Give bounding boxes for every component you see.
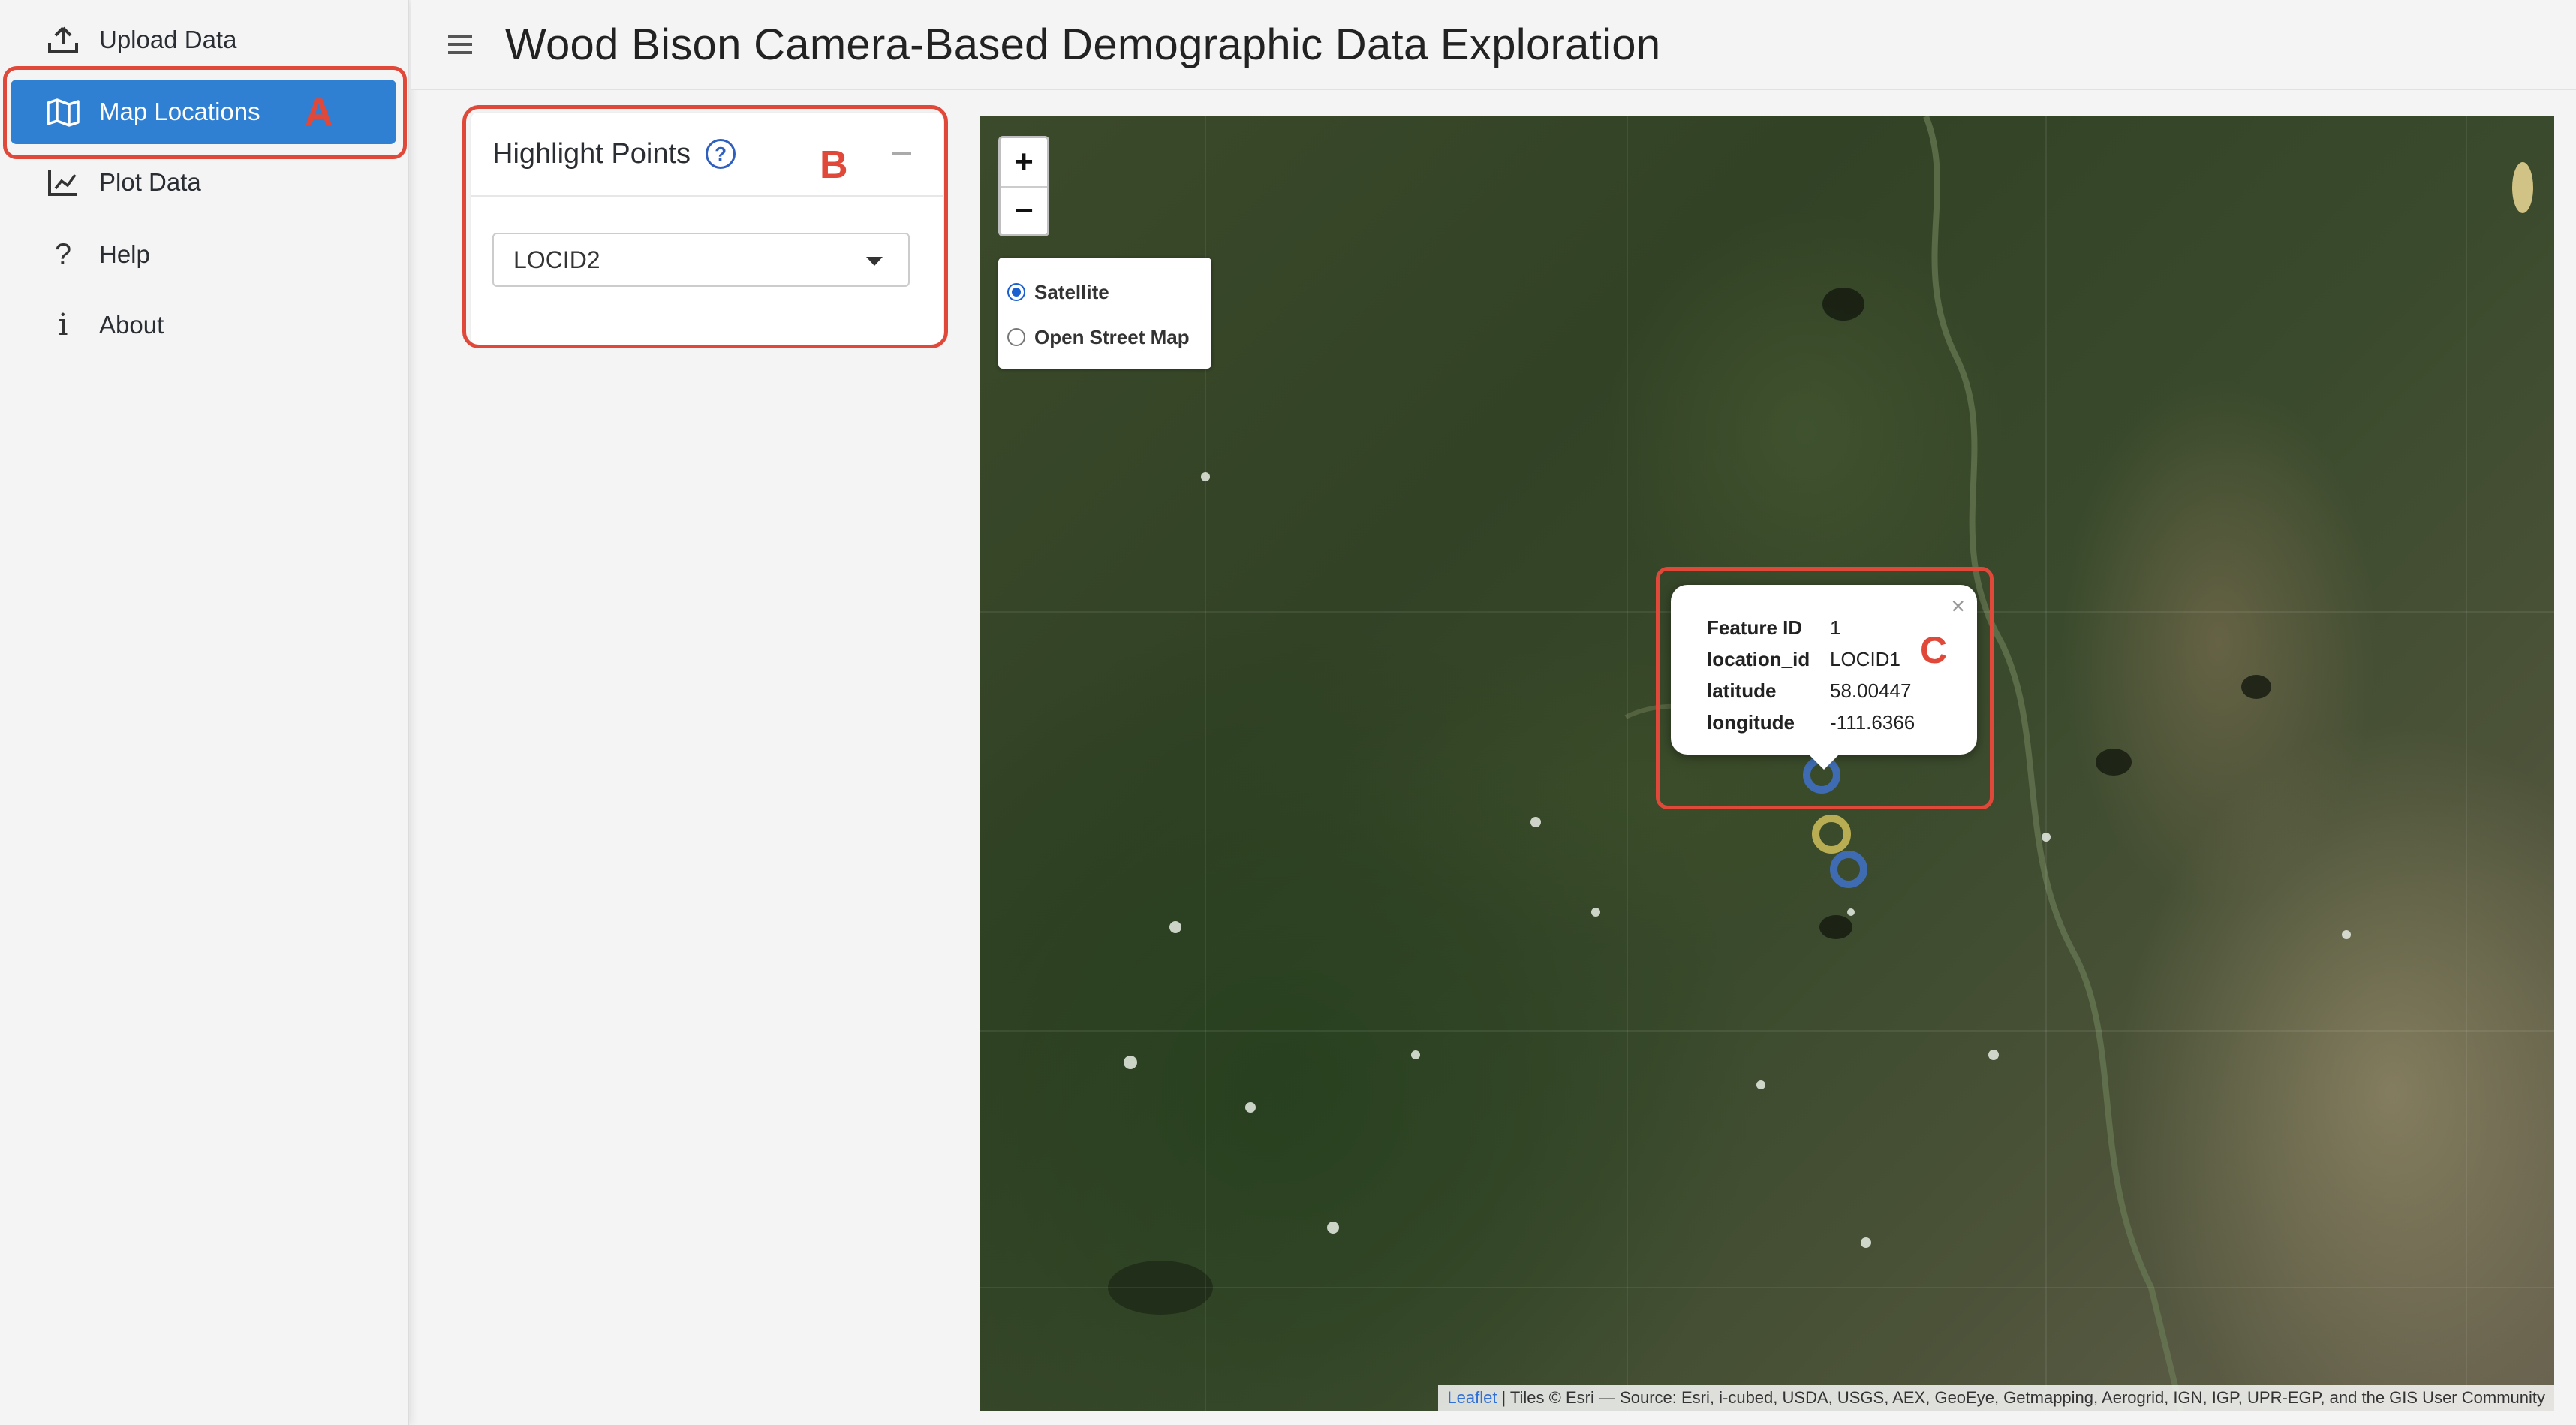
annotation-tag-b: B bbox=[820, 143, 848, 187]
chart-icon bbox=[42, 165, 84, 200]
sidebar-item-label: About bbox=[99, 311, 164, 339]
info-icon: i bbox=[58, 308, 68, 342]
radio-satellite[interactable] bbox=[1007, 283, 1025, 301]
sidebar-item-label: Plot Data bbox=[99, 168, 201, 196]
location-select[interactable]: LOCID2 bbox=[492, 233, 910, 287]
leaflet-link[interactable]: Leaflet bbox=[1447, 1388, 1497, 1408]
sidebar-item-upload-data[interactable]: Upload Data bbox=[11, 8, 396, 72]
layer-label: Open Street Map bbox=[1034, 325, 1190, 348]
hamburger-icon bbox=[448, 35, 472, 38]
chevron-down-icon bbox=[866, 257, 883, 266]
layer-control: Satellite Open Street Map bbox=[998, 258, 1211, 369]
help-icon[interactable]: ? bbox=[706, 139, 736, 169]
map-marker-highlighted[interactable] bbox=[1812, 815, 1851, 854]
location-select-value: LOCID2 bbox=[513, 246, 600, 273]
sidebar-item-label: Map Locations bbox=[99, 98, 260, 125]
sidebar-toggle-button[interactable] bbox=[442, 24, 483, 65]
sidebar-item-help[interactable]: ? Help bbox=[11, 222, 396, 287]
popup-key: location_id bbox=[1707, 647, 1810, 670]
sidebar-item-about[interactable]: i About bbox=[11, 293, 396, 357]
header: Wood Bison Camera-Based Demographic Data… bbox=[411, 0, 2576, 90]
card-header: Highlight Points ? B bbox=[471, 113, 943, 197]
popup-value: -111.6366 bbox=[1830, 710, 1915, 734]
question-icon: ? bbox=[54, 237, 72, 271]
map-icon bbox=[42, 95, 84, 129]
map-terrain bbox=[980, 116, 2554, 1411]
layer-option-satellite[interactable]: Satellite bbox=[1007, 270, 1211, 315]
popup-key: Feature ID bbox=[1707, 616, 1803, 639]
layer-label: Satellite bbox=[1034, 280, 1109, 303]
annotation-tag-c: C bbox=[1920, 629, 1948, 671]
zoom-out-button[interactable]: − bbox=[1001, 186, 1047, 234]
map-attribution: Leaflet | Tiles © Esri — Source: Esri, i… bbox=[1438, 1385, 2554, 1411]
popup-value: 58.00447 bbox=[1830, 679, 1912, 702]
card-title: Highlight Points bbox=[492, 137, 691, 170]
attribution-text: | Tiles © Esri — Source: Esri, i-cubed, … bbox=[1501, 1388, 2545, 1407]
sidebar: Upload Data Map Locations A Plot Data ? … bbox=[0, 0, 409, 1425]
annotation-tag-a: A bbox=[305, 91, 333, 134]
zoom-control: + − bbox=[998, 136, 1049, 236]
highlight-points-card: Highlight Points ? B LOCID2 bbox=[471, 113, 943, 345]
popup-row: longitude -111.6366 bbox=[1707, 706, 1977, 738]
page-title: Wood Bison Camera-Based Demographic Data… bbox=[505, 20, 1661, 69]
map-view[interactable]: + − Satellite Open Street Map × Feature … bbox=[980, 116, 2554, 1411]
popup-row: latitude 58.00447 bbox=[1707, 675, 1977, 706]
map-marker[interactable] bbox=[1830, 851, 1867, 888]
popup-value: 1 bbox=[1830, 616, 1841, 639]
popup-key: longitude bbox=[1707, 710, 1795, 734]
sidebar-item-label: Help bbox=[99, 240, 150, 268]
upload-icon bbox=[42, 23, 84, 57]
layer-option-open-street-map[interactable]: Open Street Map bbox=[1007, 315, 1211, 360]
radio-open-street-map[interactable] bbox=[1007, 328, 1025, 346]
close-icon[interactable]: × bbox=[1951, 592, 1965, 620]
sidebar-item-map-locations[interactable]: Map Locations A bbox=[11, 80, 396, 144]
zoom-in-button[interactable]: + bbox=[1001, 138, 1047, 186]
sidebar-item-plot-data[interactable]: Plot Data bbox=[11, 150, 396, 215]
popup-value: LOCID1 bbox=[1830, 647, 1900, 670]
sidebar-item-label: Upload Data bbox=[99, 26, 237, 53]
popup-key: latitude bbox=[1707, 679, 1777, 702]
collapse-icon[interactable] bbox=[892, 152, 911, 155]
